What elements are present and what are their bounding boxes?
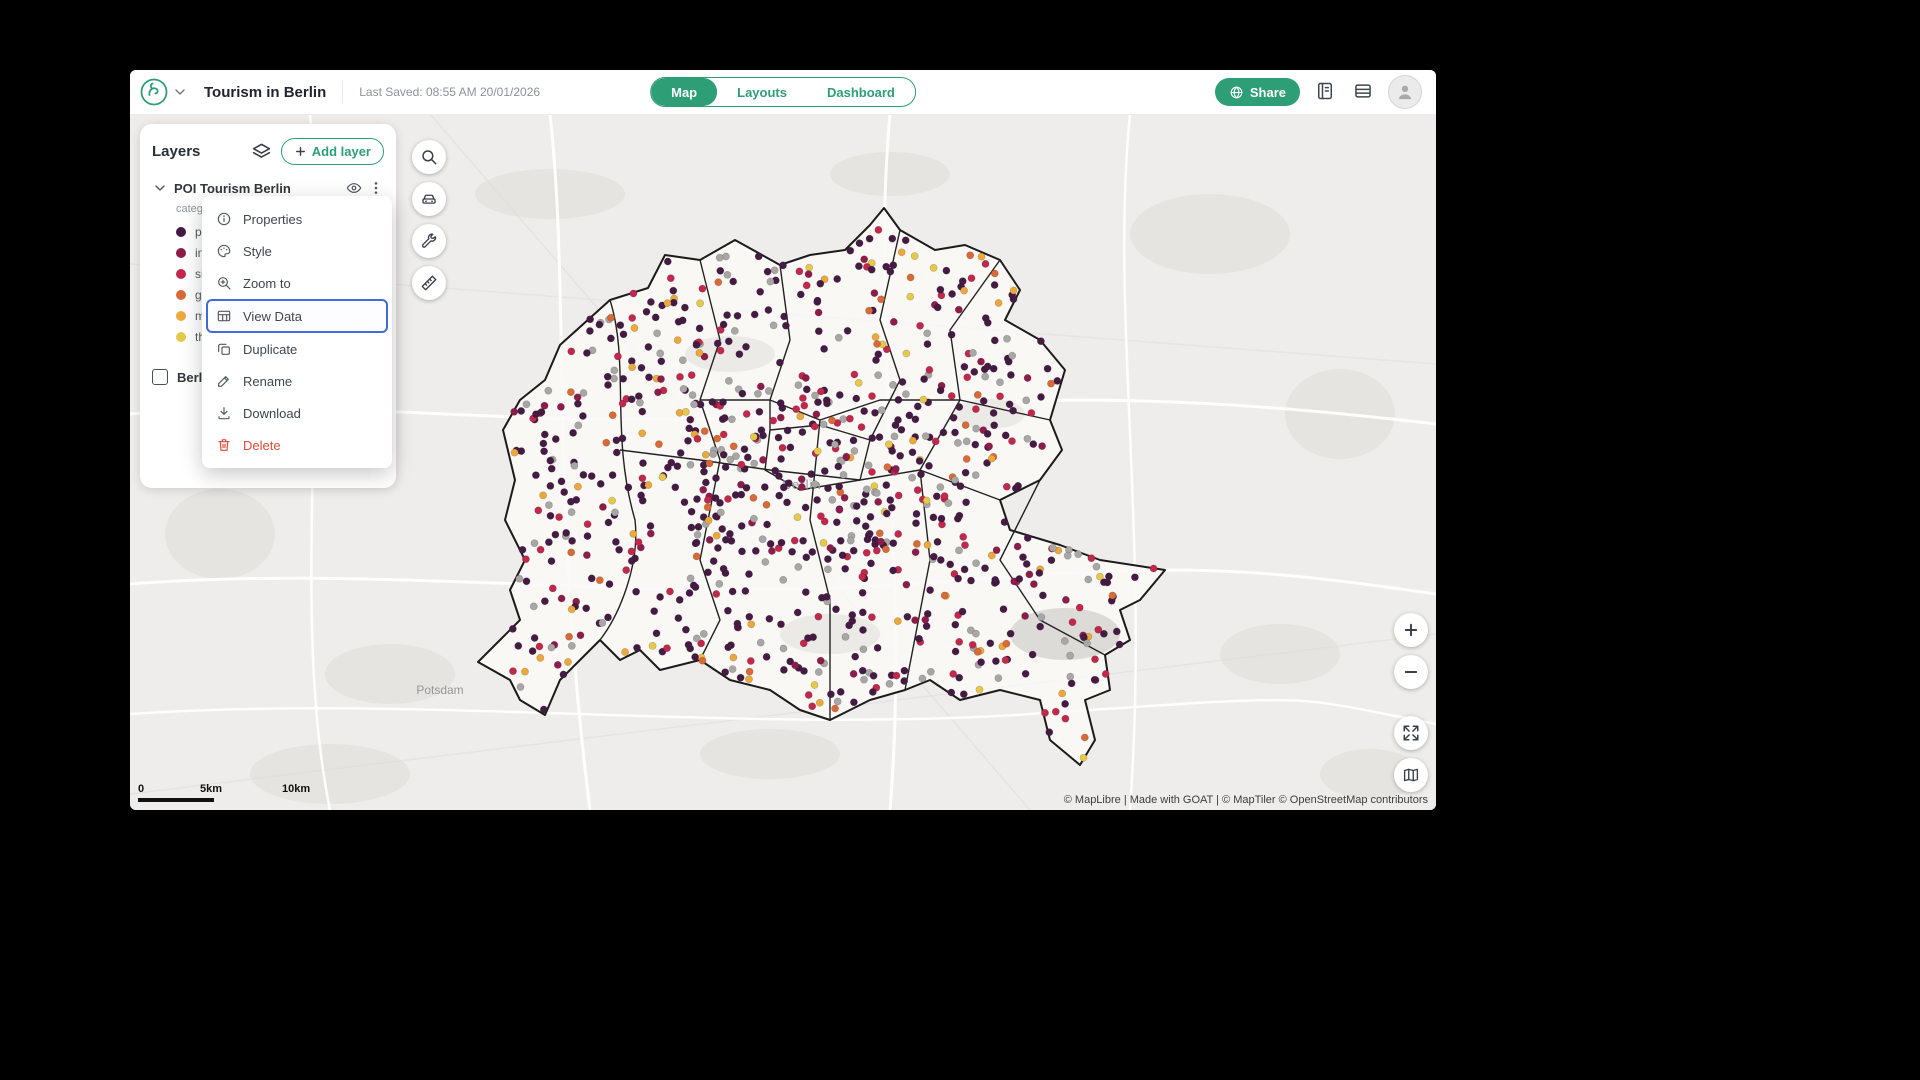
legend-dot xyxy=(176,311,186,321)
user-icon xyxy=(1395,82,1415,102)
project-switcher[interactable] xyxy=(140,78,188,106)
menu-item-duplicate[interactable]: Duplicate xyxy=(202,333,392,365)
app-window: Tourism in Berlin Last Saved: 08:55 AM 2… xyxy=(130,70,1436,810)
minus-icon xyxy=(1402,663,1420,681)
layer-context-menu: Properties Style Zoom to View Data Dupli… xyxy=(202,196,392,468)
map-icon xyxy=(1402,766,1420,784)
legend-dot xyxy=(176,290,186,300)
divider xyxy=(342,81,343,103)
chevron-down-icon[interactable] xyxy=(152,180,168,196)
map-attribution: © MapLibre | Made with GOAT | © MapTiler… xyxy=(1064,794,1428,806)
view-switcher: Map Layouts Dashboard xyxy=(650,77,916,107)
car-icon xyxy=(420,190,438,208)
ruler-icon xyxy=(420,274,438,292)
palette-icon xyxy=(216,243,232,259)
menu-item-delete[interactable]: Delete xyxy=(202,429,392,461)
search-button[interactable] xyxy=(412,140,446,174)
menu-item-zoom-to[interactable]: Zoom to xyxy=(202,267,392,299)
tab-dashboard[interactable]: Dashboard xyxy=(807,78,915,106)
tab-layouts[interactable]: Layouts xyxy=(717,78,807,106)
download-icon xyxy=(216,405,232,421)
zoom-in-button[interactable] xyxy=(1394,613,1428,647)
top-bar: Tourism in Berlin Last Saved: 08:55 AM 2… xyxy=(130,70,1436,115)
menu-item-properties[interactable]: Properties xyxy=(202,203,392,235)
map-toolbar xyxy=(412,140,446,300)
legend-panel-button[interactable] xyxy=(1350,79,1376,105)
avatar[interactable] xyxy=(1388,75,1422,109)
visibility-eye-icon[interactable] xyxy=(346,180,362,196)
globe-icon xyxy=(1229,85,1244,100)
menu-item-view-data[interactable]: View Data xyxy=(206,299,388,333)
tab-map[interactable]: Map xyxy=(651,78,717,106)
fullscreen-button[interactable] xyxy=(1394,716,1428,750)
wrench-icon xyxy=(420,232,438,250)
page-title: Tourism in Berlin xyxy=(204,84,326,101)
menu-item-rename[interactable]: Rename xyxy=(202,365,392,397)
layers-icon[interactable] xyxy=(252,142,271,161)
zoom-out-button[interactable] xyxy=(1394,655,1428,689)
map-label-nearby: Potsdam xyxy=(416,683,463,697)
add-layer-label: Add layer xyxy=(312,144,371,159)
plus-icon xyxy=(1402,621,1420,639)
scale-bar-rule xyxy=(138,798,214,802)
measure-button[interactable] xyxy=(412,266,446,300)
spacer xyxy=(1394,697,1428,708)
share-label: Share xyxy=(1250,85,1286,100)
basemap-button[interactable] xyxy=(1394,758,1428,792)
scale-bar: 0 5km 10km xyxy=(138,783,308,802)
layers-title: Layers xyxy=(152,143,242,160)
report-icon xyxy=(1315,81,1335,101)
scale-mid: 5km xyxy=(200,783,222,795)
kebab-menu-icon[interactable] xyxy=(368,180,384,196)
legend-dot xyxy=(176,269,186,279)
tools-button[interactable] xyxy=(412,224,446,258)
legend-dot xyxy=(176,248,186,258)
trash-icon xyxy=(216,437,232,453)
rename-pencil-icon xyxy=(216,373,232,389)
share-button[interactable]: Share xyxy=(1215,78,1300,106)
catchment-button[interactable] xyxy=(412,182,446,216)
report-button[interactable] xyxy=(1312,79,1338,105)
add-layer-button[interactable]: Add layer xyxy=(281,138,384,165)
goat-logo xyxy=(140,78,168,106)
layer-name: POI Tourism Berlin xyxy=(174,181,340,196)
search-icon xyxy=(420,148,438,166)
legend-dot xyxy=(176,332,186,342)
last-saved-text: Last Saved: 08:55 AM 20/01/2026 xyxy=(359,85,540,99)
map-controls xyxy=(1394,613,1428,792)
rows-icon xyxy=(1353,81,1373,101)
chevron-down-icon xyxy=(172,84,188,100)
checkbox[interactable] xyxy=(152,369,168,385)
legend-dot xyxy=(176,227,186,237)
plus-icon xyxy=(294,145,307,158)
scale-start: 0 xyxy=(138,783,144,795)
zoom-to-icon xyxy=(216,275,232,291)
info-icon xyxy=(216,211,232,227)
expand-icon xyxy=(1402,724,1420,742)
scale-end: 10km xyxy=(282,783,310,795)
duplicate-icon xyxy=(216,341,232,357)
table-icon xyxy=(216,308,232,324)
menu-item-style[interactable]: Style xyxy=(202,235,392,267)
menu-item-download[interactable]: Download xyxy=(202,397,392,429)
